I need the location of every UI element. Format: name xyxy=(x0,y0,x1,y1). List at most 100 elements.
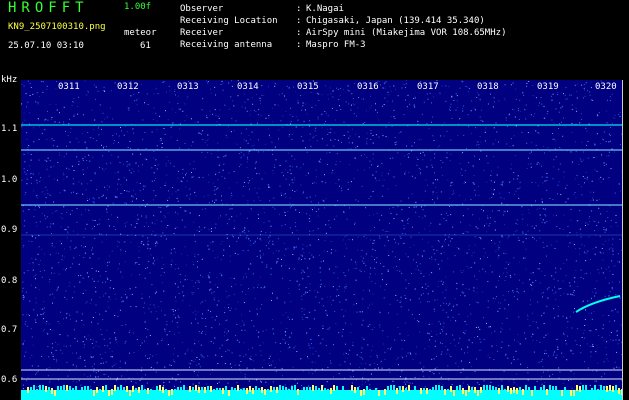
bottom-band-bar xyxy=(84,386,86,392)
antenna-value: Maspro FM-3 xyxy=(306,40,366,50)
bottom-band-bar xyxy=(207,386,209,392)
timestamp-label: 25.07.10 03:10 xyxy=(8,41,84,51)
meteor-label: meteor xyxy=(124,28,157,38)
bottom-band-bar xyxy=(483,385,485,391)
bottom-band-bar xyxy=(465,390,467,396)
bottom-band-bar xyxy=(525,385,527,391)
bottom-band-bar xyxy=(456,386,458,392)
x-tick-0318: 0318 xyxy=(476,82,500,92)
bottom-band-bar xyxy=(273,387,275,393)
bottom-band-bar xyxy=(414,386,416,392)
x-tick-0313: 0313 xyxy=(176,82,200,92)
spectrogram-plot xyxy=(21,80,622,400)
bottom-band-bar xyxy=(243,388,245,394)
bottom-band-bar xyxy=(258,388,260,394)
bottom-band-bar xyxy=(576,385,578,391)
bottom-band-bar xyxy=(492,386,494,392)
bottom-band-bar xyxy=(567,390,569,396)
bottom-band-bar xyxy=(348,390,350,396)
bottom-band-bar xyxy=(534,386,536,392)
bottom-band-bar xyxy=(279,385,281,391)
bottom-band-bar xyxy=(57,386,59,392)
bottom-band-bar xyxy=(438,385,440,391)
bottom-band-bar xyxy=(336,386,338,392)
bottom-band-bar xyxy=(351,385,353,391)
bottom-band-bar xyxy=(396,388,398,394)
bottom-band-bar xyxy=(63,385,65,391)
bottom-band-bar xyxy=(177,387,179,393)
bottom-band-bar xyxy=(117,387,119,393)
x-tick-0319: 0319 xyxy=(536,82,560,92)
bottom-band-bar xyxy=(195,385,197,391)
bottom-band-bar xyxy=(447,389,449,395)
bottom-band-bar xyxy=(93,390,95,396)
bottom-band-bar xyxy=(300,390,302,396)
bottom-band-bar xyxy=(36,389,38,395)
bottom-band-bar xyxy=(384,389,386,395)
y-tick-0.7: 0.7 xyxy=(1,325,18,335)
bottom-band-bar xyxy=(237,385,239,391)
bottom-band-bar xyxy=(114,385,116,391)
bottom-band-bar xyxy=(249,386,251,392)
bottom-band-bar xyxy=(609,385,611,391)
bottom-band-bar xyxy=(498,388,500,394)
bottom-band-bar xyxy=(78,390,80,396)
bottom-band-bar xyxy=(264,389,266,395)
bottom-band-bar xyxy=(108,390,110,396)
bottom-band-bar xyxy=(561,390,563,396)
bottom-band-bar xyxy=(120,385,122,391)
bottom-band-bar xyxy=(594,385,596,391)
bottom-band-bar xyxy=(81,387,83,393)
bottom-band-bar xyxy=(573,390,575,396)
bottom-band-bar xyxy=(495,387,497,393)
bottom-band-bar xyxy=(597,389,599,395)
bottom-band-bar xyxy=(189,386,191,392)
bottom-band-bar xyxy=(363,389,365,395)
bottom-band-bar xyxy=(270,386,272,392)
bottom-band-bar xyxy=(528,387,530,393)
bottom-band-bar xyxy=(225,386,227,392)
bottom-band-bar xyxy=(549,385,551,391)
bottom-band-bar xyxy=(306,387,308,393)
bottom-band-bar xyxy=(537,390,539,396)
bottom-band-bar xyxy=(585,385,587,391)
bottom-band-bar xyxy=(297,389,299,395)
bottom-band-bar xyxy=(342,386,344,392)
bottom-band-bar xyxy=(432,387,434,393)
bottom-band-bar xyxy=(591,388,593,394)
bottom-band-bar xyxy=(255,386,257,392)
bottom-band-bar xyxy=(129,390,131,396)
bottom-band-bar xyxy=(459,385,461,391)
bottom-band-bar xyxy=(324,388,326,394)
bottom-band-bar xyxy=(150,389,152,395)
bottom-band-bar xyxy=(45,386,47,392)
bottom-band-bar xyxy=(222,388,224,394)
bottom-band-bar xyxy=(582,385,584,391)
y-tick-0.8: 0.8 xyxy=(1,276,18,286)
spectrogram-canvas xyxy=(21,80,622,400)
bottom-band-bar xyxy=(435,385,437,391)
bottom-band-bar xyxy=(441,386,443,392)
bottom-band-bar xyxy=(474,387,476,393)
bottom-band-bar xyxy=(156,386,158,392)
y-tick-0.9: 0.9 xyxy=(1,225,18,235)
bottom-band-bar xyxy=(54,390,56,396)
bottom-band-bar xyxy=(30,387,32,393)
bottom-band-bar xyxy=(153,390,155,396)
bottom-band-bar xyxy=(564,387,566,393)
bottom-band-bar xyxy=(51,388,53,394)
bottom-band-bar xyxy=(426,388,428,394)
bottom-band-bar xyxy=(126,386,128,392)
bottom-band-bar xyxy=(42,385,44,391)
bottom-band-bar xyxy=(309,387,311,393)
app-title: HROFFT xyxy=(8,0,89,16)
bottom-band-bar xyxy=(429,389,431,395)
bottom-band-bar xyxy=(423,388,425,394)
bottom-band-bar xyxy=(405,388,407,394)
bottom-band-bar xyxy=(327,389,329,395)
bottom-band-bar xyxy=(345,390,347,396)
bottom-band-bar xyxy=(468,386,470,392)
bottom-band-bar xyxy=(387,386,389,392)
bottom-band-bar xyxy=(417,390,419,396)
meteor-count: 61 xyxy=(140,41,151,51)
